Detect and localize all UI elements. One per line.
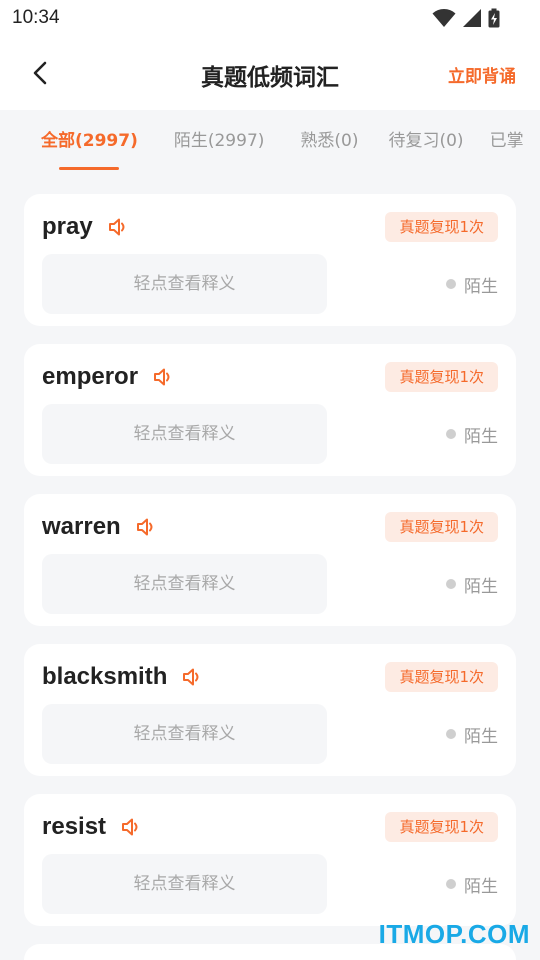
nav-header: 真题低频词汇 立即背诵 — [0, 36, 540, 110]
speaker-icon[interactable] — [120, 816, 142, 838]
word-text: warren — [42, 513, 121, 540]
word-card: emperor 真题复现1次 轻点查看释义 陌生 — [24, 344, 516, 476]
status-dot — [446, 729, 456, 739]
exam-frequency-badge: 真题复现1次 — [385, 212, 498, 242]
status-dot — [446, 429, 456, 439]
battery-charging-icon — [488, 8, 500, 28]
tab-label: 待复习(0) — [388, 131, 464, 151]
exam-frequency-badge: 真题复现1次 — [385, 362, 498, 392]
status-dot — [446, 279, 456, 289]
exam-frequency-badge: 真题复现1次 — [385, 512, 498, 542]
word-head: pray — [42, 212, 129, 242]
word-list: pray 真题复现1次 轻点查看释义 陌生 emperor 真题复现1次 轻点查… — [24, 194, 516, 960]
tab-mastered[interactable]: 已掌 — [490, 110, 524, 174]
status-dot — [446, 579, 456, 589]
wifi-icon — [432, 9, 456, 27]
word-text: blacksmith — [42, 663, 168, 690]
tab-label: 全部(2997) — [41, 131, 138, 151]
speaker-icon[interactable] — [107, 216, 129, 238]
reveal-definition-button[interactable]: 轻点查看释义 — [42, 404, 327, 464]
reveal-definition-button[interactable]: 轻点查看释义 — [42, 254, 327, 314]
tab-familiar[interactable]: 熟悉(0) — [300, 110, 358, 174]
app-screen: 10:34 真题低频词汇 立即背诵 全部(2997) 陌生(2997) 熟悉(0… — [0, 0, 540, 960]
status-label: 陌生 — [464, 426, 498, 447]
filter-tabs: 全部(2997) 陌生(2997) 熟悉(0) 待复习(0) 已掌 — [0, 110, 540, 174]
tab-label: 陌生(2997) — [173, 131, 265, 151]
start-recite-button[interactable]: 立即背诵 — [448, 62, 516, 87]
word-status: 陌生 — [446, 872, 498, 897]
tab-unfamiliar[interactable]: 陌生(2997) — [174, 110, 265, 174]
status-time: 10:34 — [12, 7, 60, 28]
speaker-icon[interactable] — [181, 666, 203, 688]
word-head: blacksmith — [42, 662, 203, 692]
word-card: blacksmith 真题复现1次 轻点查看释义 陌生 — [24, 644, 516, 776]
status-icons — [432, 7, 500, 29]
exam-frequency-badge: 真题复现1次 — [385, 812, 498, 842]
word-text: resist — [42, 813, 107, 840]
reveal-definition-button[interactable]: 轻点查看释义 — [42, 854, 327, 914]
exam-frequency-badge: 真题复现1次 — [385, 662, 498, 692]
word-card: resist 真题复现1次 轻点查看释义 陌生 — [24, 794, 516, 926]
status-label: 陌生 — [464, 576, 498, 597]
signal-icon — [463, 9, 481, 27]
word-head: emperor — [42, 362, 174, 392]
tab-all[interactable]: 全部(2997) — [41, 110, 138, 174]
word-status: 陌生 — [446, 722, 498, 747]
status-bar: 10:34 — [0, 0, 540, 36]
word-card: pray 真题复现1次 轻点查看释义 陌生 — [24, 194, 516, 326]
active-tab-indicator — [59, 167, 120, 170]
word-text: emperor — [42, 363, 139, 390]
word-card: warren 真题复现1次 轻点查看释义 陌生 — [24, 494, 516, 626]
word-status: 陌生 — [446, 572, 498, 597]
word-head: warren — [42, 512, 157, 542]
reveal-definition-button[interactable]: 轻点查看释义 — [42, 704, 327, 764]
speaker-icon[interactable] — [135, 516, 157, 538]
word-text: pray — [42, 213, 93, 240]
tab-to-review[interactable]: 待复习(0) — [388, 110, 463, 174]
word-status: 陌生 — [446, 272, 498, 297]
word-status: 陌生 — [446, 422, 498, 447]
speaker-icon[interactable] — [152, 366, 174, 388]
status-label: 陌生 — [464, 726, 498, 747]
tab-label: 熟悉(0) — [300, 131, 359, 151]
status-label: 陌生 — [464, 276, 498, 297]
watermark-logo: ITMOP.COM — [378, 919, 530, 949]
status-label: 陌生 — [464, 876, 498, 897]
word-head: resist — [42, 812, 142, 842]
tab-label: 已掌 — [489, 131, 524, 151]
reveal-definition-button[interactable]: 轻点查看释义 — [42, 554, 327, 614]
status-dot — [446, 879, 456, 889]
